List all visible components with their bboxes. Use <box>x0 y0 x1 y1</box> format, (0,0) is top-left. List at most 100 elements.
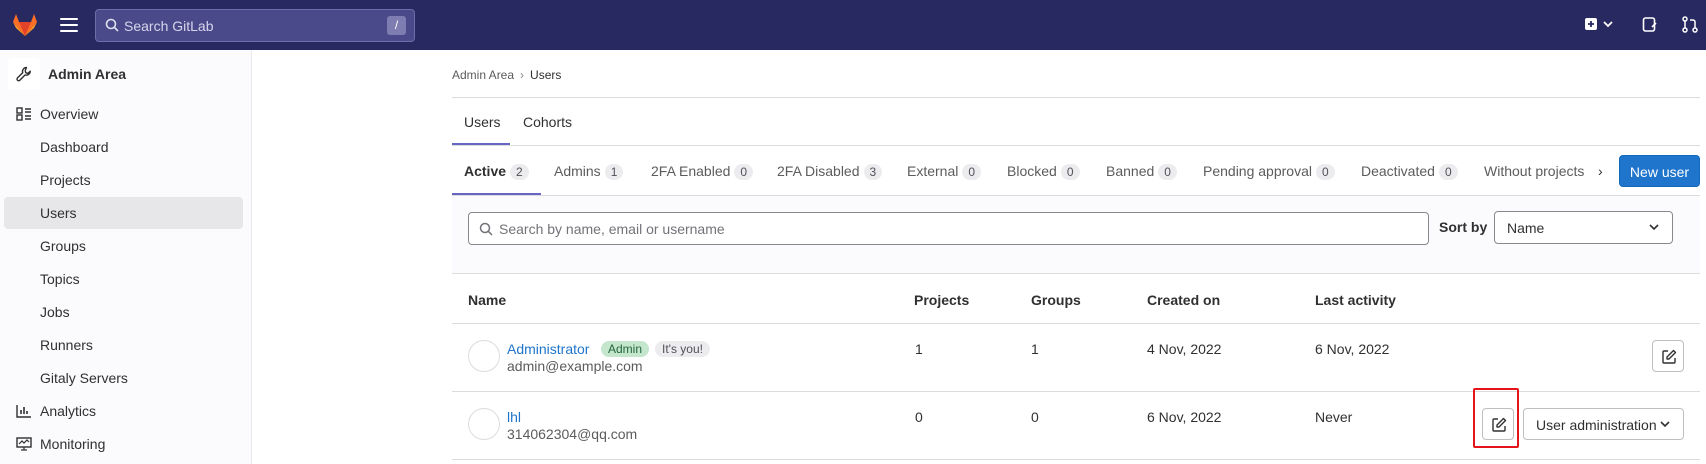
chevron-down-icon <box>1660 421 1670 428</box>
breadcrumb-users[interactable]: Users <box>530 68 561 82</box>
divider <box>452 459 1700 460</box>
count-badge: 0 <box>734 164 754 180</box>
divider <box>452 323 1700 324</box>
user-administration-dropdown[interactable]: User administration <box>1523 408 1684 440</box>
search-icon <box>105 18 119 32</box>
count-badge: 0 <box>1158 164 1177 180</box>
created-date: 4 Nov, 2022 <box>1147 341 1222 357</box>
overview-icon <box>16 107 31 121</box>
sidebar-item-label: Topics <box>40 271 80 287</box>
user-name-link[interactable]: Administrator <box>507 341 589 357</box>
sidebar-item-groups[interactable]: Groups <box>4 230 243 262</box>
sidebar-item-label: Overview <box>40 106 99 122</box>
column-header-created: Created on <box>1147 292 1221 308</box>
wrench-icon <box>16 66 31 82</box>
avatar[interactable] <box>468 340 500 372</box>
count-badge: 1 <box>604 164 624 180</box>
pencil-square-icon <box>1662 349 1677 364</box>
count-badge: 0 <box>1438 164 1458 180</box>
user-name-link[interactable]: lhl <box>507 409 521 425</box>
sidebar-item-users[interactable]: Users <box>4 197 243 229</box>
sidebar-item-projects[interactable]: Projects <box>4 164 243 196</box>
new-user-button[interactable]: New user <box>1619 155 1700 187</box>
tab-external[interactable]: External 0 <box>907 163 982 180</box>
merge-requests-icon[interactable] <box>1682 16 1698 34</box>
tab-admins[interactable]: Admins 1 <box>554 163 624 180</box>
highlight-box <box>1473 388 1519 448</box>
sidebar-item-runners[interactable]: Runners <box>4 329 243 361</box>
top-navigation-bar: Search GitLab / <box>0 0 1706 50</box>
sidebar-item-dashboard[interactable]: Dashboard <box>4 131 243 163</box>
sidebar-item-monitoring[interactable]: Monitoring <box>4 428 243 460</box>
search-placeholder: Search GitLab <box>124 18 214 34</box>
sort-dropdown[interactable]: Name <box>1494 211 1673 244</box>
search-placeholder: Search by name, email or username <box>499 221 725 237</box>
projects-count: 0 <box>915 409 923 425</box>
sidebar-item-label: Users <box>40 205 77 221</box>
column-header-last-activity: Last activity <box>1315 292 1396 308</box>
sidebar-title: Admin Area <box>48 66 127 82</box>
user-email: admin@example.com <box>507 358 643 374</box>
sidebar-item-overview[interactable]: Overview <box>4 98 243 130</box>
tab-users[interactable]: Users <box>464 114 501 130</box>
count-badge: 2 <box>510 164 529 180</box>
groups-count: 0 <box>1031 409 1039 425</box>
created-date: 6 Nov, 2022 <box>1147 409 1222 425</box>
count-badge: 0 <box>1315 164 1335 180</box>
tab-active[interactable]: Active 2 <box>464 163 529 180</box>
sidebar-item-label: Dashboard <box>40 139 109 155</box>
count-badge: 3 <box>863 164 883 180</box>
groups-count: 1 <box>1031 341 1039 357</box>
sidebar-item-label: Runners <box>40 337 93 353</box>
issues-icon[interactable] <box>1642 16 1658 34</box>
avatar[interactable] <box>468 408 500 440</box>
monitoring-icon <box>16 437 32 451</box>
column-header-projects: Projects <box>914 292 970 308</box>
tab-cohorts[interactable]: Cohorts <box>523 114 572 130</box>
sidebar-item-gitaly-servers[interactable]: Gitaly Servers <box>4 362 243 394</box>
gitlab-logo-icon[interactable] <box>12 12 38 38</box>
tab-banned[interactable]: Banned 0 <box>1106 163 1177 180</box>
global-search-input[interactable]: Search GitLab / <box>95 9 415 42</box>
sidebar: Admin Area Overview Dashboard Projects U… <box>0 50 252 464</box>
sort-value: Name <box>1507 220 1545 236</box>
sidebar-item-analytics[interactable]: Analytics <box>4 395 243 427</box>
user-email: 314062304@qq.com <box>507 426 638 442</box>
tab-without-projects[interactable]: Without projects <box>1484 163 1590 179</box>
sidebar-item-label: Gitaly Servers <box>40 370 128 386</box>
tab-2fa-disabled[interactable]: 2FA Disabled 3 <box>777 163 883 180</box>
divider <box>452 145 1700 146</box>
user-search-input[interactable]: Search by name, email or username <box>468 212 1429 245</box>
dropdown-label: User administration <box>1536 417 1657 433</box>
analytics-icon <box>16 405 31 418</box>
sidebar-item-jobs[interactable]: Jobs <box>4 296 243 328</box>
sidebar-item-label: Analytics <box>40 403 97 419</box>
sidebar-item-label: Groups <box>40 238 86 254</box>
last-activity: 6 Nov, 2022 <box>1315 341 1390 357</box>
chevron-right-icon[interactable]: › <box>1598 163 1603 179</box>
last-activity: Never <box>1315 409 1353 425</box>
admin-avatar <box>8 58 40 90</box>
tab-pending-approval[interactable]: Pending approval 0 <box>1203 163 1335 180</box>
tab-blocked[interactable]: Blocked 0 <box>1007 163 1080 180</box>
projects-count: 1 <box>915 341 923 357</box>
divider <box>452 97 1700 98</box>
tab-2fa-enabled[interactable]: 2FA Enabled 0 <box>651 163 754 180</box>
chevron-right-icon: › <box>520 68 525 82</box>
sidebar-item-label: Projects <box>40 172 91 188</box>
create-new-icon[interactable] <box>1584 16 1614 34</box>
breadcrumb: Admin Area › Users <box>452 68 561 82</box>
count-badge: 0 <box>1060 164 1080 180</box>
sidebar-item-label: Monitoring <box>40 436 106 452</box>
tab-deactivated[interactable]: Deactivated 0 <box>1361 163 1458 180</box>
menu-icon[interactable] <box>60 18 78 32</box>
count-badge: 0 <box>962 164 982 180</box>
search-shortcut: / <box>387 16 406 35</box>
chevron-down-icon <box>1649 224 1659 231</box>
edit-user-button[interactable] <box>1652 340 1684 372</box>
breadcrumb-admin-area[interactable]: Admin Area <box>452 68 514 82</box>
search-icon <box>479 222 493 236</box>
sidebar-item-topics[interactable]: Topics <box>4 263 243 295</box>
sidebar-item-label: Jobs <box>40 304 70 320</box>
sort-label: Sort by <box>1439 219 1488 235</box>
